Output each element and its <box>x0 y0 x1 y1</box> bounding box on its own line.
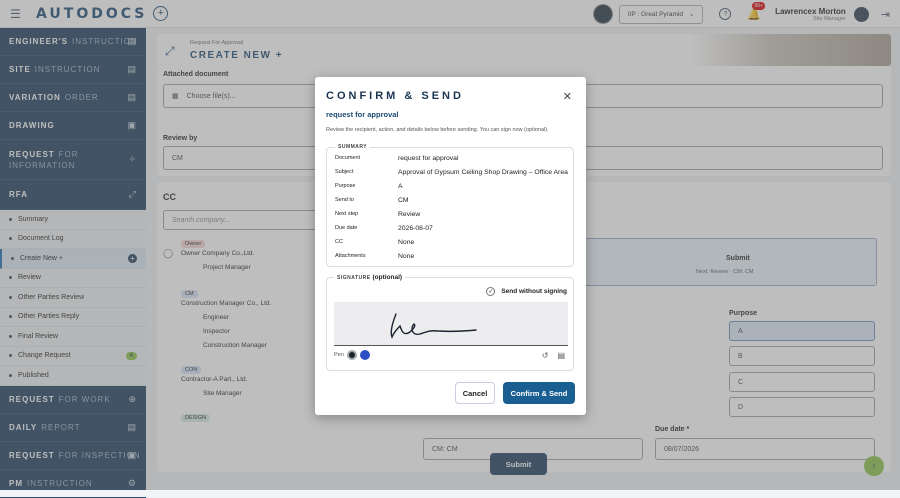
summary-key: Attachments <box>335 253 366 259</box>
signature-stroke <box>390 313 477 339</box>
signature-optional: (optional) <box>372 274 403 281</box>
pen-color-picker: Pen <box>334 350 370 360</box>
signature-label: SIGNATURE (optional) <box>334 274 406 281</box>
signature-panel: SIGNATURE (optional) ✓ Send without signi… <box>326 274 574 371</box>
close-icon[interactable]: ✕ <box>563 90 572 103</box>
confirm-send-button[interactable]: Confirm & Send <box>503 382 575 404</box>
summary-label: SUMMARY <box>335 144 371 150</box>
summary-value: request for approval <box>398 155 459 162</box>
summary-value: A <box>398 183 403 190</box>
check-icon: ✓ <box>486 287 496 296</box>
pen-color-blue[interactable] <box>359 350 370 360</box>
summary-key: Subject <box>335 169 354 175</box>
pen-label: Pen <box>334 352 344 358</box>
summary-key: Document <box>335 155 361 161</box>
cancel-button[interactable]: Cancel <box>455 382 495 404</box>
summary-value: Approval of Gypsum Ceiling Shop Drawing … <box>398 169 568 176</box>
summary-value: Review <box>398 211 421 218</box>
send-without-signing-label: Send without signing <box>501 288 567 295</box>
summary-panel: SUMMARY Document request for approval Sub… <box>326 144 574 267</box>
clear-icon[interactable]: ▤ <box>557 351 565 360</box>
dialog-description: Review the recipient, action, and detail… <box>326 127 549 133</box>
summary-value: CM <box>398 197 409 204</box>
undo-icon[interactable]: ↺ <box>542 351 549 360</box>
dialog-title: CONFIRM & SEND <box>326 90 464 102</box>
dialog-subtitle: request for approval <box>326 110 399 119</box>
signature-label-text: SIGNATURE <box>337 275 371 281</box>
summary-key: Purpose <box>335 183 356 189</box>
pad-tools: ↺ ▤ <box>542 351 565 360</box>
summary-value: None <box>398 253 415 260</box>
summary-value: 2026-08-07 <box>398 225 433 232</box>
summary-key: CC <box>335 239 343 245</box>
signature-pad[interactable] <box>334 302 568 346</box>
summary-key: Next step <box>335 211 359 217</box>
send-without-signing-toggle[interactable]: ✓ Send without signing <box>486 287 567 296</box>
confirm-send-dialog: CONFIRM & SEND ✕ request for approval Re… <box>315 77 586 415</box>
summary-key: Due date <box>335 225 358 231</box>
summary-value: None <box>398 239 415 246</box>
summary-key: Send to <box>335 197 354 203</box>
pen-color-black[interactable] <box>346 350 357 360</box>
